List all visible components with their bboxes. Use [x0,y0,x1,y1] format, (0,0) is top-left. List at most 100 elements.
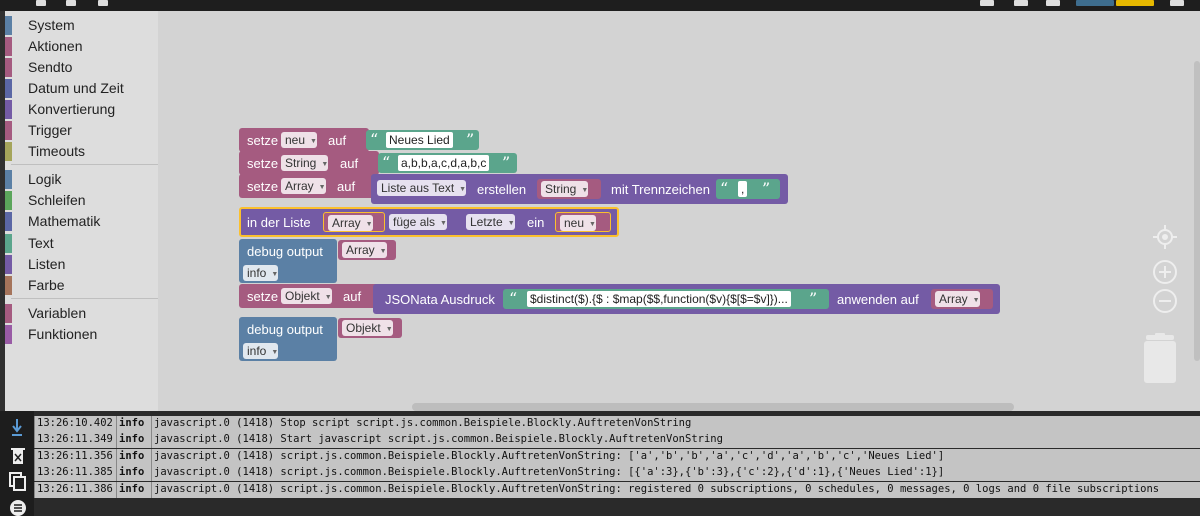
toolbar-button[interactable] [1014,0,1028,6]
text-block[interactable]: “ , ” [716,179,780,199]
variable-dropdown[interactable]: String ▼ [541,181,589,197]
variable-dropdown[interactable]: Array ▼ [281,178,326,194]
toolbox-category-trigger[interactable]: Trigger [5,120,158,141]
text-field[interactable]: $distinct($).{$ : $map($$,function($v){$… [527,291,791,307]
copy-icon[interactable] [9,472,27,492]
text-field[interactable]: , [738,181,748,197]
log-level-dropdown[interactable]: info ▼ [243,343,279,359]
block-label: setze [247,289,279,304]
toolbox-category-system[interactable]: System [5,15,158,36]
toolbox-category-datum[interactable]: Datum und Zeit [5,78,158,99]
block-label: debug output [247,322,323,337]
category-color-bar [5,37,12,56]
text-block[interactable]: “ Neues Lied ” [366,130,479,150]
toolbox-category-label: Konvertierung [28,101,116,117]
quote-open-icon: “ [509,289,518,308]
set-variable-block[interactable]: setze Objekt ▼ auf [239,284,379,308]
toolbox-category-sendto[interactable]: Sendto [5,57,158,78]
variable-dropdown[interactable]: String ▼ [281,155,329,171]
variable-dropdown[interactable]: neu ▼ [560,215,596,231]
chevron-down-icon: ▼ [318,184,326,191]
toolbox-category-schleifen[interactable]: Schleifen [5,190,158,211]
log-level-dropdown[interactable]: info ▼ [243,265,279,281]
variable-block[interactable]: Array ▼ [338,240,396,260]
block-label: auf [343,289,362,304]
category-color-bar [5,234,12,253]
toolbox-category-mathematik[interactable]: Mathematik [5,211,158,232]
list-icon[interactable] [9,499,27,516]
text-field[interactable]: a,b,b,a,c,d,a,b,c [398,155,490,171]
toolbar-button[interactable] [1046,0,1060,6]
text-block[interactable]: “ a,b,b,a,c,d,a,b,c ” [378,153,517,173]
chevron-down-icon: ▼ [271,349,279,356]
quote-close-icon: ” [762,179,771,198]
log-row: 13:26:11.349 info javascript.0 (1418) St… [34,432,1200,448]
variable-block[interactable]: neu ▼ [555,212,611,232]
toolbox-category-konvertierung[interactable]: Konvertierung [5,99,158,120]
toolbox-category-timeouts[interactable]: Timeouts [5,141,158,162]
category-color-bar [5,212,12,231]
variable-dropdown[interactable]: neu ▼ [281,132,317,148]
debug-output-block[interactable]: debug output info ▼ [239,239,337,283]
position-dropdown[interactable]: Letzte ▼ [466,214,515,230]
toolbar-button[interactable] [1116,0,1154,6]
zoom-out-icon[interactable] [1152,288,1178,314]
variable-dropdown[interactable]: Objekt ▼ [281,288,332,304]
variable-block[interactable]: Array ▼ [323,212,385,232]
dropdown-value: String [285,156,317,170]
toolbox-category-variablen[interactable]: Variablen [5,303,158,324]
block-label: mit Trennzeichen [611,182,710,197]
set-variable-block[interactable]: setze neu ▼ auf [239,128,369,152]
toolbox-category-aktionen[interactable]: Aktionen [5,36,158,57]
function-dropdown[interactable]: Liste aus Text ▼ [377,180,467,196]
dropdown-value: Array [939,292,968,306]
dropdown-value: Letzte [470,215,503,229]
toolbar-button[interactable] [1170,0,1184,6]
log-level: info [116,465,151,481]
toolbox-category-label: Funktionen [28,326,98,342]
toolbox-category-listen[interactable]: Listen [5,254,158,275]
log-level: info [116,449,151,465]
vertical-scrollbar[interactable] [1194,61,1200,361]
variable-block[interactable]: Objekt ▼ [338,318,402,338]
jsonata-block[interactable]: JSONata Ausdruck “ $distinct($).{$ : $ma… [373,284,1000,314]
toolbox: System Aktionen Sendto Datum und Zeit Ko… [5,11,158,411]
set-variable-block[interactable]: setze String ▼ auf [239,151,379,175]
toolbox-category-funktionen[interactable]: Funktionen [5,324,158,345]
toolbox-category-text[interactable]: Text [5,233,158,254]
delete-log-icon[interactable] [11,447,25,465]
toolbox-category-label: Variablen [28,305,87,321]
target-icon[interactable] [1152,224,1178,250]
category-color-bar [5,255,12,274]
horizontal-scrollbar[interactable] [412,403,1014,411]
toolbar-button[interactable] [1076,0,1114,6]
quote-open-icon: “ [382,153,391,172]
variable-block[interactable]: String ▼ [537,179,601,199]
text-block[interactable]: “ $distinct($).{$ : $map($$,function($v)… [503,289,829,309]
variable-dropdown[interactable]: Array ▼ [935,291,980,307]
toolbar-button[interactable] [980,0,994,6]
block-label: auf [328,133,347,148]
trash-icon[interactable] [1140,333,1180,385]
arrow-down-icon[interactable] [10,417,24,437]
variable-dropdown[interactable]: Array ▼ [342,242,387,258]
toolbar-button[interactable] [66,0,76,6]
list-from-text-block[interactable]: Liste aus Text ▼ erstellen String ▼ mit Tr… [371,174,788,204]
mode-dropdown[interactable]: füge als ▼ [389,214,447,230]
log-time: 13:26:11.386 [34,482,116,498]
toolbar-button[interactable] [98,0,108,6]
text-field[interactable]: Neues Lied [386,132,453,148]
zoom-in-icon[interactable] [1152,259,1178,285]
toolbox-category-farbe[interactable]: Farbe [5,275,158,296]
variable-dropdown[interactable]: Array ▼ [328,215,373,231]
toolbox-category-logik[interactable]: Logik [5,169,158,190]
toolbox-category-label: Farbe [28,277,65,293]
category-color-bar [5,16,12,35]
debug-output-block[interactable]: debug output info ▼ [239,317,337,361]
variable-block[interactable]: Array ▼ [931,289,993,309]
set-variable-block[interactable]: setze Array ▼ auf [239,174,379,198]
list-insert-block[interactable]: in der Liste Array ▼ füge als ▼ Letzte ▼ ei… [239,207,619,237]
variable-dropdown[interactable]: Objekt ▼ [342,320,393,336]
block-workspace[interactable]: setze neu ▼ auf “ Neues Lied ” setze Stri… [158,11,1200,411]
toolbar-button[interactable] [36,0,46,6]
